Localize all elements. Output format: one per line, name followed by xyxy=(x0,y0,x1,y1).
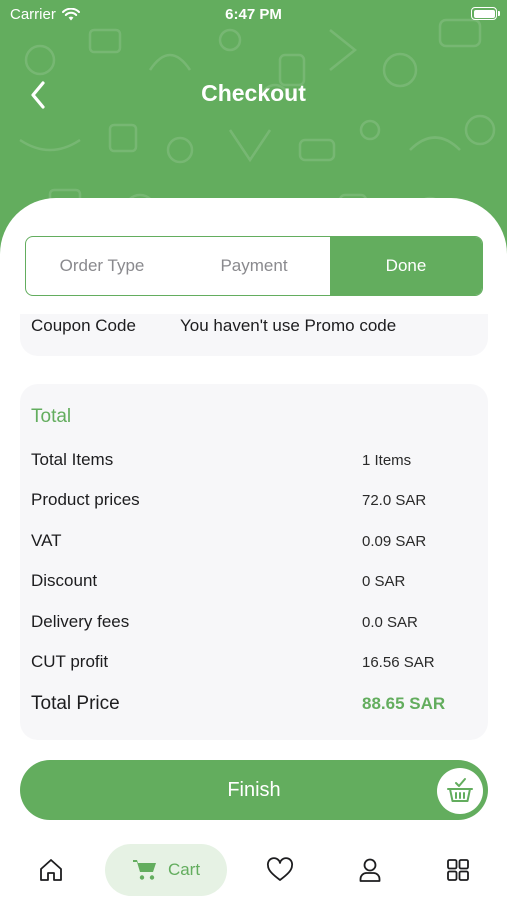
checkout-content: Order Type Payment Done Coupon Code You … xyxy=(0,198,507,900)
total-price-value: 88.65 SAR xyxy=(362,694,446,714)
summary-label: Total Items xyxy=(31,450,114,469)
summary-value: 16.56 SAR xyxy=(362,653,435,671)
summary-label: CUT profit xyxy=(31,651,109,671)
summary-label: Discount xyxy=(31,571,98,591)
summary-label: Product prices xyxy=(31,490,140,510)
cart-icon xyxy=(132,860,156,880)
tab-cart[interactable]: Cart xyxy=(105,844,227,896)
checkout-stepper: Order Type Payment Done xyxy=(25,236,483,296)
summary-row-delivery-fees: Delivery fees 0.0 SAR xyxy=(31,604,477,644)
total-summary-card: Total Total Items 1 Items Product prices… xyxy=(20,384,488,740)
status-time: 6:47 PM xyxy=(225,6,282,23)
grid-icon xyxy=(447,859,469,881)
coupon-card: Coupon Code You haven't use Promo code xyxy=(20,314,488,356)
tab-favorites[interactable] xyxy=(259,844,301,896)
summary-label: VAT xyxy=(31,530,62,550)
page-title: Checkout xyxy=(201,80,306,106)
summary-value: 72.0 SAR xyxy=(362,492,427,510)
step-done[interactable]: Done xyxy=(330,237,482,295)
tab-cart-label: Cart xyxy=(167,860,201,879)
step-payment[interactable]: Payment xyxy=(178,237,330,295)
summary-row-total-items: Total Items 1 Items xyxy=(31,442,477,482)
home-icon xyxy=(40,859,62,881)
summary-label: Delivery fees xyxy=(31,611,130,631)
tab-categories[interactable] xyxy=(437,844,479,896)
battery-icon xyxy=(471,7,500,20)
step-order-type[interactable]: Order Type xyxy=(26,237,178,295)
total-heading: Total xyxy=(31,406,72,427)
coupon-value: You haven't use Promo code xyxy=(180,316,397,335)
tab-profile[interactable] xyxy=(349,844,391,896)
summary-value: 0.0 SAR xyxy=(362,613,418,631)
summary-row-total-price: Total Price 88.65 SAR xyxy=(31,684,477,724)
summary-rows: Total Items 1 Items Product prices 72.0 … xyxy=(31,442,477,725)
total-price-label: Total Price xyxy=(31,693,120,715)
summary-row-product-prices: Product prices 72.0 SAR xyxy=(31,482,477,522)
summary-row-discount: Discount 0 SAR xyxy=(31,563,477,603)
heart-icon xyxy=(267,857,293,881)
summary-value: 1 Items xyxy=(362,452,412,469)
summary-row-vat: VAT 0.09 SAR xyxy=(31,523,477,563)
finish-button[interactable]: Finish xyxy=(20,760,488,820)
user-icon xyxy=(359,858,381,882)
finish-label: Finish xyxy=(227,779,281,801)
coupon-label: Coupon Code xyxy=(31,316,136,335)
tab-home[interactable] xyxy=(30,844,72,896)
basket-check-icon xyxy=(437,768,483,814)
bottom-tab-bar: Cart xyxy=(0,838,507,900)
summary-value: 0.09 SAR xyxy=(362,532,427,550)
status-bar: Carrier 6:47 PM xyxy=(0,0,507,30)
summary-row-cut-profit: CUT profit 16.56 SAR xyxy=(31,644,477,684)
summary-value: 0 SAR xyxy=(362,573,406,591)
